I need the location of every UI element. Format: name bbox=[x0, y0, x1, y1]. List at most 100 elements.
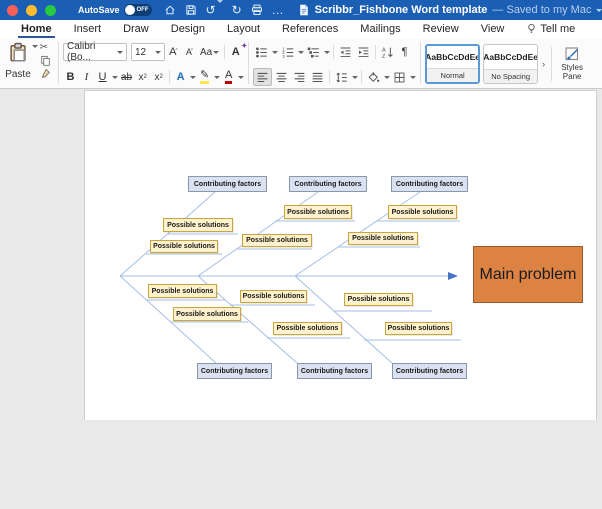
more-commands-icon[interactable]: … bbox=[272, 4, 284, 16]
superscript-button[interactable]: x2 bbox=[151, 68, 166, 86]
styles-expand-button[interactable]: › bbox=[541, 59, 546, 69]
line-spacing-button[interactable] bbox=[333, 68, 350, 86]
font-color-button[interactable]: A bbox=[221, 68, 236, 86]
align-left-button[interactable] bbox=[253, 68, 273, 86]
group-separator bbox=[420, 42, 422, 84]
tab-layout[interactable]: Layout bbox=[216, 21, 271, 38]
increase-indent-button[interactable] bbox=[355, 43, 372, 61]
possible-solutions-box[interactable]: Possible solutions bbox=[242, 234, 312, 247]
multilevel-list-button[interactable] bbox=[305, 43, 322, 61]
zoom-button[interactable] bbox=[45, 4, 56, 16]
save-icon[interactable] bbox=[185, 4, 197, 16]
possible-solutions-box[interactable]: Possible solutions bbox=[388, 205, 457, 219]
autosave-toggle[interactable]: OFF bbox=[123, 4, 152, 16]
decrease-indent-button[interactable] bbox=[337, 43, 354, 61]
highlight-button[interactable]: ✎ bbox=[197, 68, 212, 86]
sort-button[interactable] bbox=[379, 43, 396, 61]
highlight-dropdown-icon[interactable] bbox=[214, 76, 221, 82]
possible-solutions-box[interactable]: Possible solutions bbox=[148, 284, 217, 298]
possible-solutions-box[interactable]: Possible solutions bbox=[273, 322, 342, 335]
tab-design[interactable]: Design bbox=[160, 21, 216, 38]
contributing-factors-box[interactable]: Contributing factors bbox=[392, 363, 467, 379]
cut-icon[interactable]: ✂ bbox=[40, 43, 51, 53]
possible-solutions-box[interactable]: Possible solutions bbox=[385, 322, 452, 335]
paste-label: Paste bbox=[5, 69, 31, 80]
contributing-factors-box[interactable]: Contributing factors bbox=[297, 363, 372, 379]
contributing-factors-box[interactable]: Contributing factors bbox=[289, 176, 367, 192]
font-size-select[interactable]: 12 bbox=[131, 43, 165, 61]
underline-dropdown-icon[interactable] bbox=[112, 76, 118, 82]
borders-button[interactable] bbox=[391, 68, 408, 86]
shrink-font-button[interactable]: Aˇ bbox=[182, 43, 197, 61]
minimize-button[interactable] bbox=[26, 4, 37, 16]
font-name-select[interactable]: Calibri (Bo... bbox=[63, 41, 127, 63]
contributing-factors-box[interactable]: Contributing factors bbox=[197, 363, 272, 379]
align-center-button[interactable] bbox=[273, 68, 290, 86]
close-button[interactable] bbox=[7, 4, 18, 16]
main-problem-box[interactable]: Main problem bbox=[473, 246, 583, 303]
autosave-control[interactable]: AutoSave OFF bbox=[78, 4, 152, 16]
possible-solutions-box[interactable]: Possible solutions bbox=[348, 232, 418, 245]
style-card-no-spacing[interactable]: AaBbCcDdEe No Spacing bbox=[483, 43, 539, 84]
text-effects-dropdown-icon[interactable] bbox=[190, 76, 197, 82]
borders-dropdown-icon[interactable] bbox=[410, 76, 417, 82]
font-name-value: Calibri (Bo... bbox=[67, 41, 96, 63]
tab-tell-me[interactable]: Tell me bbox=[515, 21, 586, 38]
shading-button[interactable] bbox=[365, 68, 382, 86]
tab-draw[interactable]: Draw bbox=[112, 21, 160, 38]
tab-mailings[interactable]: Mailings bbox=[349, 21, 411, 38]
possible-solutions-box[interactable]: Possible solutions bbox=[173, 307, 241, 321]
possible-solutions-box[interactable]: Possible solutions bbox=[163, 218, 233, 232]
bullets-button[interactable] bbox=[253, 43, 270, 61]
styles-pane-button[interactable]: Styles Pane bbox=[557, 46, 587, 81]
word-window: AutoSave OFF ↺ ↻ … Scribbr_Fishbone Word… bbox=[0, 0, 602, 509]
style-card-normal[interactable]: AaBbCcDdEe Normal bbox=[425, 43, 481, 84]
line-spacing-dropdown-icon[interactable] bbox=[352, 76, 359, 82]
clear-formatting-button[interactable]: A ✦ bbox=[228, 43, 247, 61]
show-paragraph-marks-button[interactable]: ¶ bbox=[397, 43, 412, 61]
tab-home[interactable]: Home bbox=[10, 21, 63, 38]
text-effects-button[interactable]: A bbox=[173, 68, 188, 86]
home-icon[interactable] bbox=[164, 4, 176, 16]
shading-dropdown-icon[interactable] bbox=[384, 76, 391, 82]
lightbulb-icon bbox=[526, 23, 537, 34]
paste-button[interactable]: Paste bbox=[5, 41, 31, 80]
multilevel-dropdown-icon[interactable] bbox=[324, 51, 331, 57]
numbering-button[interactable] bbox=[279, 43, 296, 61]
bullets-dropdown-icon[interactable] bbox=[272, 51, 279, 57]
contributing-factors-box[interactable]: Contributing factors bbox=[391, 176, 468, 192]
group-separator bbox=[58, 42, 59, 84]
tab-view[interactable]: View bbox=[470, 21, 516, 38]
tell-me-label: Tell me bbox=[540, 23, 576, 35]
style-preview: AaBbCcDdEe bbox=[425, 51, 481, 62]
redo-icon[interactable]: ↻ bbox=[232, 4, 242, 16]
possible-solutions-box[interactable]: Possible solutions bbox=[344, 293, 413, 306]
align-right-button[interactable] bbox=[291, 68, 308, 86]
possible-solutions-box[interactable]: Possible solutions bbox=[240, 290, 307, 303]
font-color-dropdown-icon[interactable] bbox=[238, 76, 245, 82]
copy-icon[interactable] bbox=[40, 55, 51, 66]
subscript-button[interactable]: x2 bbox=[135, 68, 150, 86]
undo-icon[interactable]: ↺ bbox=[206, 0, 223, 20]
tab-references[interactable]: References bbox=[271, 21, 349, 38]
possible-solutions-box[interactable]: Possible solutions bbox=[150, 240, 218, 253]
justify-button[interactable] bbox=[309, 68, 326, 86]
tab-review[interactable]: Review bbox=[412, 21, 470, 38]
underline-button[interactable]: U bbox=[95, 68, 110, 86]
strikethrough-button[interactable]: ab bbox=[119, 68, 134, 86]
window-title: Scribbr_Fishbone Word template — Saved t… bbox=[298, 4, 602, 16]
change-case-button[interactable]: Aa bbox=[198, 43, 221, 61]
canvas-right-margin bbox=[597, 178, 602, 509]
tab-insert[interactable]: Insert bbox=[63, 21, 113, 38]
numbering-dropdown-icon[interactable] bbox=[298, 51, 305, 57]
contributing-factors-box[interactable]: Contributing factors bbox=[188, 176, 267, 192]
bold-button[interactable]: B bbox=[63, 68, 78, 86]
grow-font-button[interactable]: Aˆ bbox=[166, 43, 181, 61]
title-chevron-icon[interactable] bbox=[596, 8, 602, 15]
format-painter-icon[interactable] bbox=[40, 68, 51, 79]
italic-button[interactable]: I bbox=[79, 68, 94, 86]
possible-solutions-box[interactable]: Possible solutions bbox=[284, 205, 352, 219]
paste-dropdown-icon[interactable] bbox=[31, 45, 38, 51]
print-icon[interactable] bbox=[251, 4, 263, 16]
styles-pane-label: Styles Pane bbox=[561, 62, 584, 81]
